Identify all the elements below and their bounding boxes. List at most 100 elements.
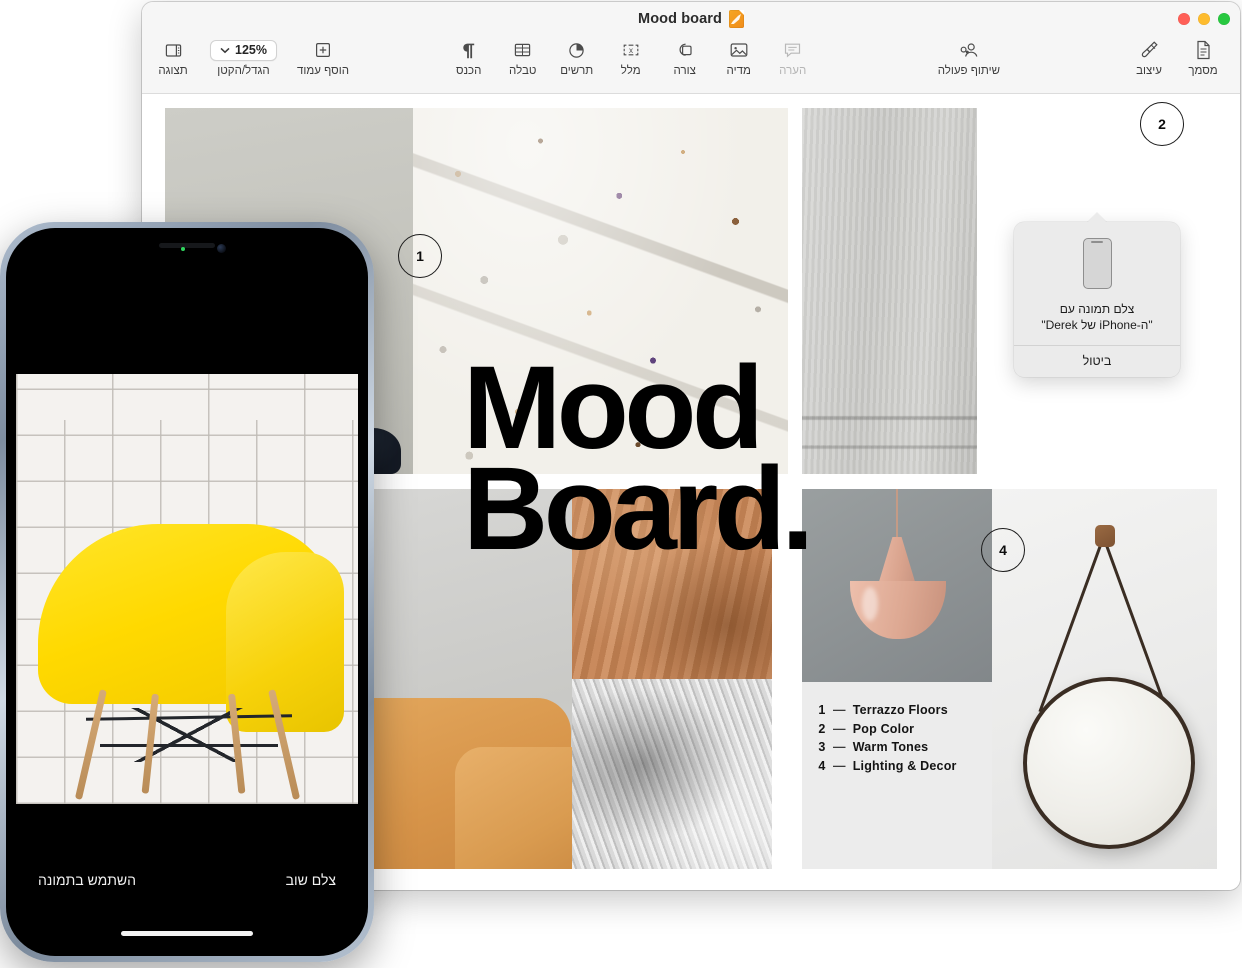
legend-label: Pop Color	[852, 721, 915, 736]
badge-1[interactable]: 1	[398, 234, 442, 278]
legend-number: 1	[818, 703, 826, 717]
toolbar-button-shape[interactable]: צורה	[658, 36, 712, 78]
toolbar-button-insert[interactable]: הכנס	[442, 36, 496, 78]
toolbar-label-collaborate: שיתוף פעולה	[937, 65, 1000, 77]
popover-message: צלם תמונה עם "ה-iPhone של Derek"	[1026, 302, 1168, 333]
toolbar-label-document: מסמך	[1188, 65, 1218, 77]
toolbar-group-view: הוסף עמוד 125% הגדל/הקטן תצוגה	[146, 36, 359, 78]
image-sofa-plaster[interactable]	[357, 489, 572, 869]
zoom-value: 125%	[235, 43, 267, 57]
toolbar-button-textbox[interactable]: x מלל	[604, 36, 658, 78]
chair-base	[56, 689, 322, 802]
iphone-mockup: צלם שוב השתמש בתמונה	[0, 222, 374, 962]
toolbar-label-comment: הערה	[779, 65, 807, 77]
toolbar-button-chart[interactable]: תרשים	[550, 36, 604, 78]
shapes-icon	[675, 39, 694, 61]
lamp-cone	[878, 537, 916, 585]
pilcrow-icon	[461, 39, 477, 61]
toolbar-label-shape: צורה	[673, 65, 696, 77]
window-titlebar: Mood board	[142, 2, 1240, 36]
lamp-cord	[896, 489, 898, 541]
captured-photo	[16, 374, 358, 804]
legend-number: 4	[818, 758, 826, 773]
use-photo-button[interactable]: השתמש בתמונה	[38, 872, 136, 888]
legend-dash: —	[833, 721, 846, 736]
toolbar-button-zoom[interactable]: 125% הגדל/הקטן	[200, 36, 287, 78]
image-hanging-mirror[interactable]	[992, 489, 1217, 869]
toolbar-button-collaborate[interactable]: שיתוף פעולה	[928, 36, 1010, 78]
popover-arrow	[1087, 213, 1107, 223]
toolbar-label-format: עיצוב	[1136, 65, 1162, 77]
badge-number: 1	[416, 248, 424, 264]
retake-button[interactable]: צלם שוב	[286, 872, 336, 888]
comment-bubble-icon	[783, 39, 802, 61]
cancel-button[interactable]: ביטול	[1014, 346, 1180, 377]
popover-message-line-1: צלם תמונה עם	[1059, 302, 1135, 316]
toolbar-button-document[interactable]: מסמך	[1176, 36, 1230, 78]
front-camera-icon	[217, 244, 226, 253]
chair-wire-2	[100, 744, 278, 747]
text-box-icon: x	[621, 39, 641, 61]
badge-4[interactable]: 4	[981, 528, 1025, 572]
earpiece-speaker	[159, 243, 215, 248]
toolbar-label-add-page: הוסף עמוד	[296, 65, 350, 77]
zoom-control[interactable]: 125%	[210, 39, 277, 61]
toolbar-group-document: מסמך עיצוב	[1122, 36, 1230, 78]
media-image-icon	[729, 39, 749, 61]
legend-item: 3 — Warm Tones	[818, 738, 957, 757]
toolbar-button-format[interactable]: עיצוב	[1122, 36, 1176, 78]
toolbar-label-table: טבלה	[509, 65, 537, 77]
iphone-notch	[107, 234, 267, 264]
mirror-glass	[1022, 677, 1195, 849]
main-toolbar: מסמך עיצוב שיתוף פעולה הערה מדיה צורה x …	[142, 36, 1240, 94]
document-title: Mood board	[638, 11, 722, 27]
toolbar-label-view: תצוגה	[158, 65, 188, 77]
badge-number: 4	[999, 542, 1007, 558]
legend-dash: —	[833, 703, 846, 717]
popover-body: צלם תמונה עם "ה-iPhone של Derek"	[1014, 222, 1180, 345]
table-grid-icon	[513, 39, 532, 61]
legend-item: 2 — Pop Color	[818, 720, 957, 739]
maximize-button[interactable]	[1218, 13, 1230, 25]
mirror-wall-knob	[1094, 525, 1115, 547]
sidebar-view-icon	[164, 39, 183, 61]
toolbar-button-media[interactable]: מדיה	[712, 36, 766, 78]
plus-square-icon	[314, 39, 332, 61]
legend-list: 1 — Terrazzo Floors 2 — Pop Color 3 — Wa…	[818, 701, 957, 775]
legend-number: 3	[818, 740, 826, 754]
pages-document-icon[interactable]	[728, 10, 744, 28]
legend-label: Lighting & Decor	[852, 758, 957, 773]
badge-2[interactable]: 2	[1140, 102, 1184, 146]
popover-message-line-2: "ה-iPhone של Derek"	[1041, 317, 1153, 332]
pie-chart-icon	[567, 39, 586, 61]
iphone-screen[interactable]: צלם שוב השתמש בתמונה	[12, 234, 362, 950]
legend-dash: —	[833, 740, 846, 754]
title-group: Mood board	[142, 2, 1240, 36]
document-icon	[1195, 39, 1212, 61]
terrazzo-texture	[413, 108, 788, 474]
image-wood-grain[interactable]	[572, 489, 772, 679]
zoom-pill[interactable]: 125%	[210, 39, 277, 61]
legend-item: 1 — Terrazzo Floors	[818, 701, 957, 720]
badge-number: 2	[1158, 116, 1166, 132]
image-terrazzo[interactable]	[413, 108, 788, 474]
image-shag-rug[interactable]	[572, 679, 772, 869]
toolbar-label-media: מדיה	[726, 65, 751, 77]
toolbar-button-view[interactable]: תצוגה	[146, 36, 200, 78]
toolbar-button-add-page[interactable]: הוסף עמוד	[287, 36, 359, 78]
image-concrete[interactable]	[802, 108, 977, 474]
legend-label: Terrazzo Floors	[852, 703, 948, 717]
minimize-button[interactable]	[1198, 13, 1210, 25]
window-controls	[1178, 2, 1230, 36]
toolbar-label-insert: הכנס	[456, 65, 482, 77]
paintbrush-icon	[1140, 39, 1159, 61]
toolbar-button-comment[interactable]: הערה	[766, 36, 820, 78]
lamp-legend-card[interactable]: 1 — Terrazzo Floors 2 — Pop Color 3 — Wa…	[802, 489, 992, 869]
iphone-device-icon	[1082, 238, 1112, 289]
home-indicator[interactable]	[121, 931, 253, 936]
image-pendant-lamp	[802, 489, 992, 682]
close-button[interactable]	[1178, 13, 1190, 25]
toolbar-group-collaborate: שיתוף פעולה	[928, 36, 1010, 78]
camera-preview-actions: צלם שוב השתמש בתמונה	[12, 854, 362, 906]
toolbar-button-table[interactable]: טבלה	[496, 36, 550, 78]
